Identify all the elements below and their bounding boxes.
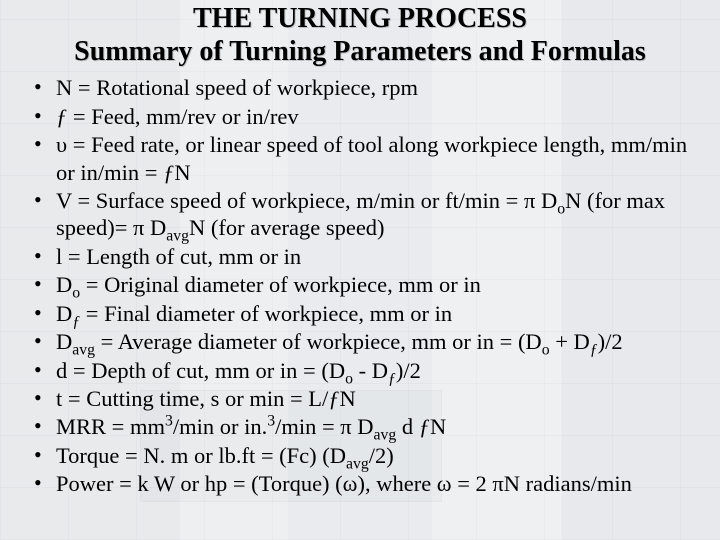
slide: THE TURNING PROCESS Summary of Turning P… [0,0,720,540]
list-item: Power = k W or hp = (Torque) (ω), where … [32,470,700,497]
list-item: Do = Original diameter of workpiece, mm … [32,271,700,298]
list-item: l = Length of cut, mm or in [32,243,700,270]
list-item: ƒ = Feed, mm/rev or in/rev [32,103,700,130]
list-item: t = Cutting time, s or min = L/ƒN [32,385,700,412]
list-item: Davg = Average diameter of workpiece, mm… [32,328,700,355]
list-item: Torque = N. m or lb.ft = (Fc) (Davg/2) [32,442,700,469]
list-item: d = Depth of cut, mm or in = (Do - Dƒ)/2 [32,357,700,384]
list-item: υ = Feed rate, or linear speed of tool a… [32,131,700,186]
list-item: Dƒ = Final diameter of workpiece, mm or … [32,300,700,327]
list-item: N = Rotational speed of workpiece, rpm [32,74,700,101]
definition-list: N = Rotational speed of workpiece, rpm ƒ… [20,74,700,498]
list-item: MRR = mm3/min or in.3/min = π Davg d ƒN [32,413,700,440]
slide-title: THE TURNING PROCESS [20,4,700,35]
list-item: V = Surface speed of workpiece, m/min or… [32,187,700,242]
slide-subtitle: Summary of Turning Parameters and Formul… [20,37,700,66]
